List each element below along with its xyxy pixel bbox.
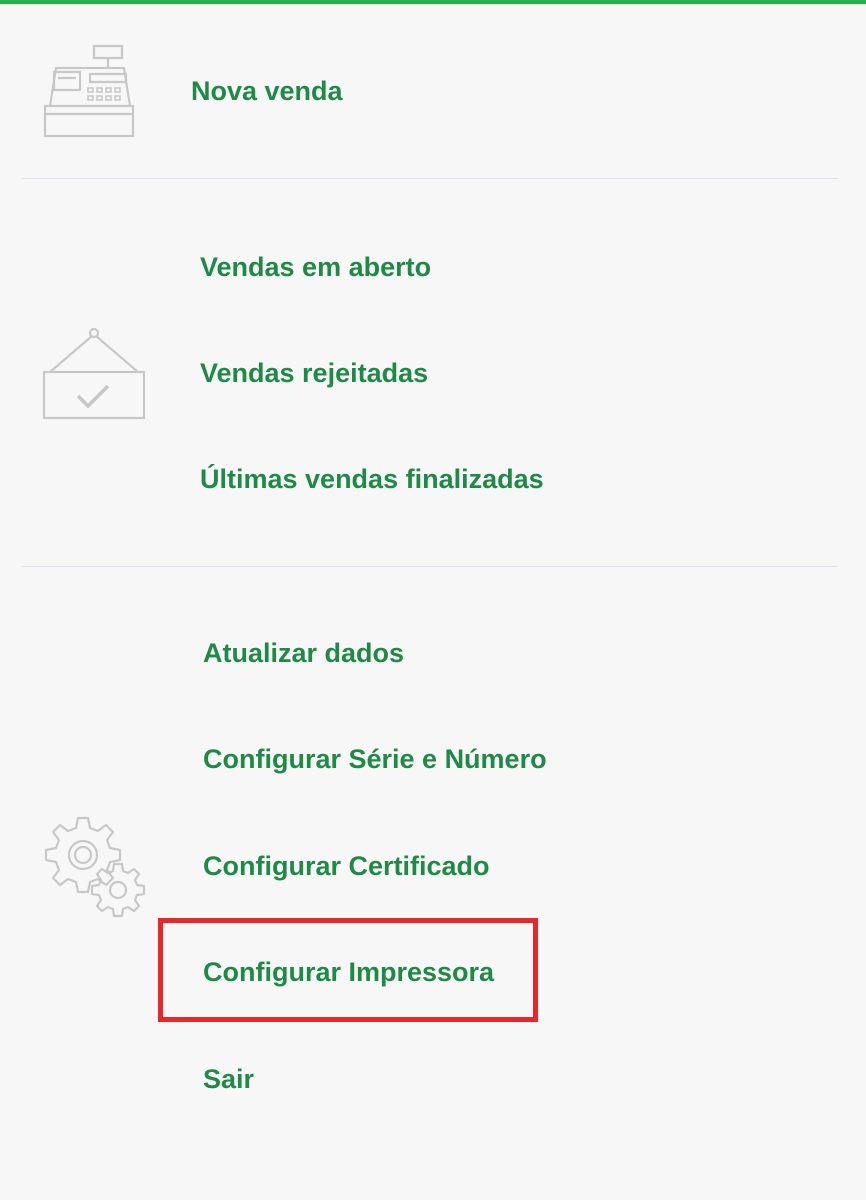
menu-item-vendas-em-aberto[interactable]: Vendas em aberto bbox=[200, 251, 431, 283]
menu-item-configurar-certificado[interactable]: Configurar Certificado bbox=[203, 850, 490, 882]
menu-item-atualizar-dados[interactable]: Atualizar dados bbox=[203, 637, 404, 669]
cash-register-icon bbox=[43, 44, 135, 138]
gears-icon bbox=[44, 816, 146, 918]
divider bbox=[22, 178, 838, 179]
menu-item-configurar-serie-numero[interactable]: Configurar Série e Número bbox=[203, 743, 547, 775]
menu-item-sair[interactable]: Sair bbox=[203, 1063, 254, 1095]
divider bbox=[22, 566, 838, 567]
menu-item-nova-venda[interactable]: Nova venda bbox=[191, 75, 343, 107]
menu-item-vendas-rejeitadas[interactable]: Vendas rejeitadas bbox=[200, 357, 428, 389]
highlight-annotation-box bbox=[158, 918, 538, 1022]
top-accent-bar bbox=[0, 0, 866, 4]
hanging-sign-check-icon bbox=[42, 327, 146, 420]
menu-item-ultimas-vendas-finalizadas[interactable]: Últimas vendas finalizadas bbox=[200, 463, 544, 495]
